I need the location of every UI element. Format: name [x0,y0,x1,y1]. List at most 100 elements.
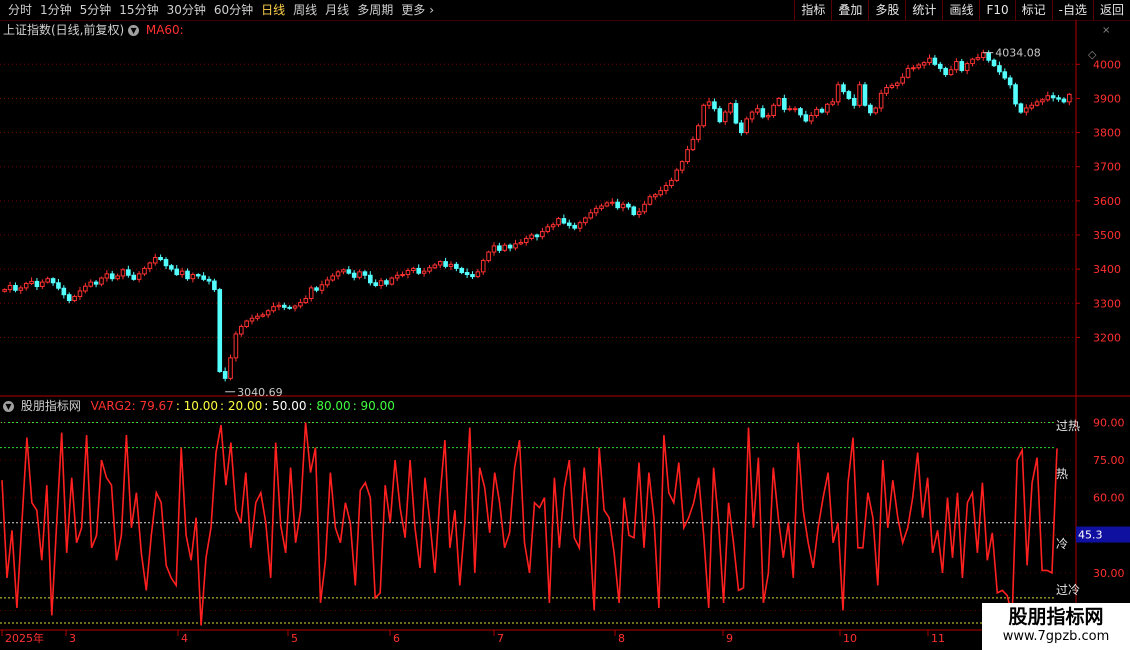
price-tick-label: 3300 [1093,297,1121,310]
candle-body [1050,95,1056,99]
candle-body [518,241,524,245]
candle-body [970,58,975,65]
candle-body [701,104,706,127]
date-tick-label: 7 [497,632,504,645]
date-tick-label: 10 [843,632,857,645]
candle-body [169,265,174,270]
candle-body [260,314,266,317]
price-tick-label: 3500 [1093,229,1121,242]
candle-body [18,287,24,291]
candle-body [7,285,13,291]
candle-body [825,103,830,113]
candle-body [351,272,357,278]
candle-body [373,282,378,286]
candle-body [136,273,142,280]
candle-body [631,206,637,216]
candle-body [29,280,34,284]
candle-body [771,104,776,117]
candle-body [868,104,873,114]
candle-body [454,263,459,269]
candle-body [830,101,836,105]
candle-body [265,310,271,316]
candle-body [583,217,588,224]
candle-body [900,76,905,84]
candle-body [1040,99,1045,103]
candle-body [158,257,163,261]
candle-body [475,271,481,278]
candle-body [45,278,51,283]
candle-body [706,101,712,106]
candle-body [427,267,432,272]
watermark-url: www.7gpzb.com [1002,629,1110,644]
candle-body [561,218,567,224]
candle-body [507,244,513,249]
candle-body [588,212,594,219]
candle-body [416,267,422,274]
zone-label: 冷 [1056,537,1068,551]
candle-body [185,270,190,280]
candle-body [1056,97,1061,100]
candle-body [744,118,749,134]
price-tick-label: 3800 [1093,127,1121,140]
candle-body [658,190,663,196]
extreme-value-label: 3040.69 [237,386,282,399]
diamond-icon: ◇ [1088,48,1097,61]
candle-body [1013,84,1018,105]
price-tick-label: 3400 [1093,263,1121,276]
candle-body [787,108,793,111]
price-tick-label: 3900 [1093,92,1121,105]
date-tick-label: 5 [291,632,298,645]
candle-body [760,108,766,118]
candle-body [911,67,916,70]
candle-body [722,111,728,123]
candle-body [776,97,782,106]
candle-body [545,226,551,233]
candle-body [437,261,443,266]
candle-body [287,306,292,309]
candle-body [50,278,56,284]
candle-body [943,67,948,76]
price-tick-label: 3600 [1093,195,1121,208]
candle-body [685,149,690,163]
candle-body [378,280,384,287]
candle-body [835,84,841,103]
candle-body [411,267,416,271]
candle-body [798,108,803,116]
candle-body [690,138,696,151]
candle-body [905,67,911,78]
candle-body [615,201,620,209]
candle-body [550,224,556,228]
candle-body [642,203,647,213]
candle-body [803,114,809,122]
candle-body [964,63,970,71]
candle-body [206,278,212,282]
candle-body [696,125,701,140]
candle-body [566,222,572,226]
candle-body [593,207,599,214]
candle-body [77,290,83,297]
candle-body [276,304,282,308]
candle-body [72,295,77,302]
indicator-tick-label: 90.00 [1093,417,1125,430]
candle-body [733,103,739,124]
candle-body [40,281,45,288]
candle-body [975,56,981,60]
candle-body [319,284,325,291]
candle-body [341,269,346,273]
candle-body [217,289,223,373]
candle-body [862,84,868,106]
candle-body [728,103,733,113]
zone-label: 过冷 [1056,583,1080,597]
candle-body [335,271,341,277]
candle-body [626,203,631,208]
candle-body [523,237,529,243]
candle-body [663,184,669,192]
candle-body [163,259,169,267]
stock-chart[interactable]: 3200 3300 3400 3500 3600 3700 3800 3900 4000◇ × 30… [0,0,1130,650]
candle-body [679,161,685,171]
price-tick-label: 4000 [1093,58,1121,71]
candle-body [115,275,120,280]
candle-body [604,202,610,207]
candle-body [195,274,201,277]
candle-body [120,269,126,277]
